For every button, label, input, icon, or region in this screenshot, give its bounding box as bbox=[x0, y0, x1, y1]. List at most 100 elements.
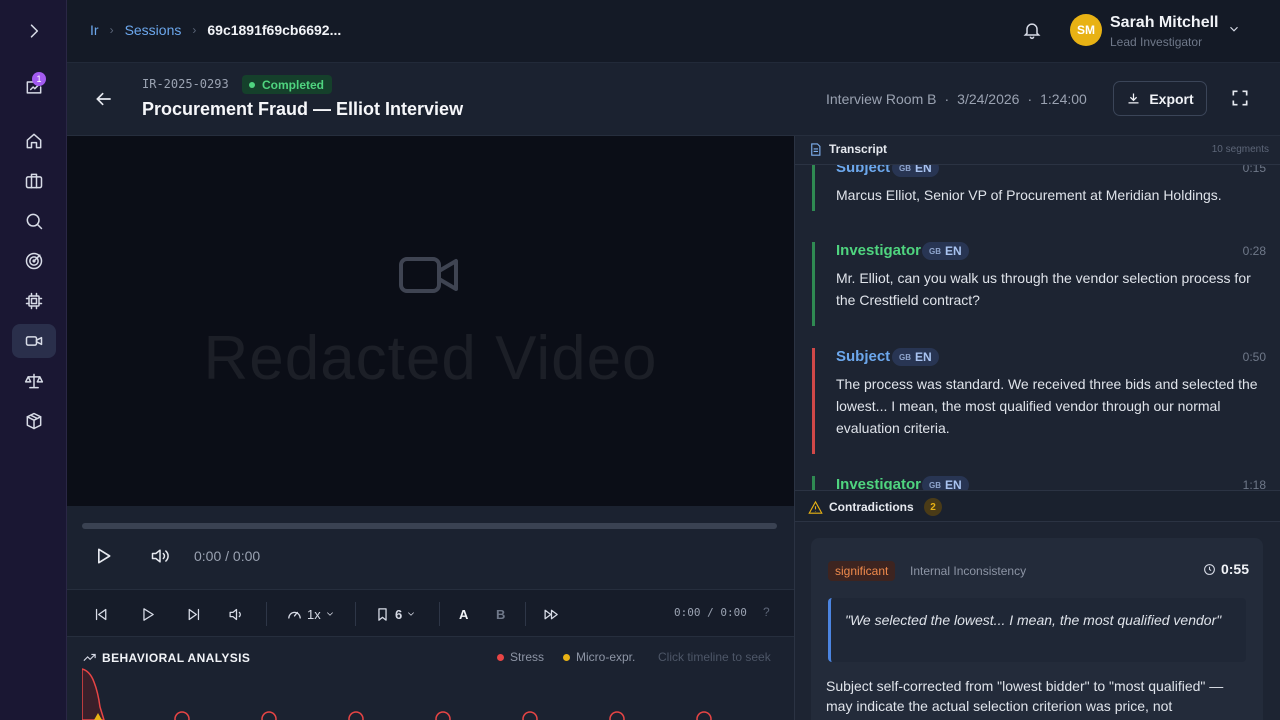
segment-time[interactable]: 1:18 bbox=[1243, 478, 1266, 490]
segment-time[interactable]: 0:50 bbox=[1243, 350, 1266, 364]
scales-icon bbox=[24, 373, 44, 389]
behavioral-title-label: BEHAVIORAL ANALYSIS bbox=[102, 650, 251, 665]
status-badge: Completed bbox=[242, 75, 333, 94]
contradiction-quote: "We selected the lowest... I mean, the m… bbox=[828, 598, 1246, 662]
stress-bump bbox=[435, 711, 451, 720]
warning-icon bbox=[808, 500, 823, 514]
briefcase-icon bbox=[25, 173, 43, 189]
nav-evidence[interactable] bbox=[12, 404, 56, 438]
avatar[interactable]: SM bbox=[1070, 14, 1102, 46]
fullscreen-button[interactable] bbox=[1230, 88, 1252, 110]
side-rail: 1 bbox=[0, 0, 67, 720]
behavior-timeline[interactable] bbox=[82, 667, 779, 720]
target-icon bbox=[25, 252, 43, 270]
legend-dot-stress bbox=[497, 653, 504, 661]
package-icon bbox=[26, 412, 42, 430]
stress-bump bbox=[609, 711, 625, 720]
transcript-segment[interactable]: Subject GB EN 0:50 The process was standa… bbox=[812, 348, 1266, 454]
track-a-button[interactable]: A bbox=[459, 604, 468, 624]
segment-time[interactable]: 0:28 bbox=[1243, 244, 1266, 258]
video-progress-bar[interactable] bbox=[82, 523, 777, 529]
language-code: EN bbox=[945, 478, 962, 490]
nav-legal[interactable] bbox=[12, 364, 56, 398]
language-flag: GB bbox=[929, 246, 941, 256]
clock-icon bbox=[1204, 563, 1215, 575]
bookmarks-count: 6 bbox=[395, 606, 403, 622]
user-name[interactable]: Sarah Mitchell bbox=[1110, 14, 1218, 32]
bookmark-icon bbox=[378, 607, 387, 621]
breadcrumb-sessions[interactable]: Sessions bbox=[125, 22, 182, 38]
document-icon bbox=[811, 143, 821, 156]
skip-forward-button[interactable] bbox=[185, 604, 202, 624]
nav-analysis[interactable] bbox=[12, 284, 56, 318]
volume-icon bbox=[151, 549, 169, 563]
playback-toolbar: 1x 6 A B 0:00 / 0:00 ? bbox=[67, 589, 794, 637]
stress-bump bbox=[696, 711, 712, 720]
breadcrumb-current: 69c1891f69cb6692... bbox=[207, 22, 342, 38]
transcript-list[interactable]: Subject GB EN 0:15 Marcus Elliot, Senior … bbox=[795, 164, 1280, 490]
contradiction-card[interactable]: significant Internal Inconsistency 0:55 … bbox=[811, 538, 1263, 720]
segment-bar bbox=[812, 476, 815, 490]
player-controls: 0:00 / 0:00 bbox=[67, 506, 794, 589]
segment-speaker: Subject bbox=[836, 164, 891, 176]
play-icon bbox=[143, 607, 154, 621]
nav-targets[interactable] bbox=[12, 244, 56, 278]
notifications-button[interactable] bbox=[1022, 20, 1044, 42]
segment-time[interactable]: 0:15 bbox=[1243, 165, 1266, 175]
video-player[interactable]: Redacted Video bbox=[67, 136, 794, 506]
stress-bump bbox=[522, 711, 538, 720]
speed-selector[interactable]: 1x bbox=[286, 604, 335, 624]
back-button[interactable] bbox=[94, 89, 116, 111]
behavioral-analysis: BEHAVIORAL ANALYSIS Stress Micro-expr. C… bbox=[67, 637, 794, 720]
segment-speaker: Subject bbox=[836, 348, 891, 365]
nav-search[interactable] bbox=[12, 204, 56, 238]
legend-micro-label: Micro-expr. bbox=[576, 650, 636, 664]
session-date: 3/24/2026 bbox=[957, 91, 1020, 107]
contradiction-timestamp[interactable]: 0:55 bbox=[1203, 561, 1249, 577]
stress-bump bbox=[261, 711, 277, 720]
language-code: EN bbox=[915, 350, 932, 364]
language-badge: GB EN bbox=[892, 348, 939, 366]
export-button[interactable]: Export bbox=[1113, 81, 1207, 116]
transcript-segment[interactable]: Investigator GB EN 0:28 Mr. Elliot, can y… bbox=[812, 242, 1266, 326]
language-badge: GB EN bbox=[892, 164, 939, 177]
segment-text: Marcus Elliot, Senior VP of Procurement … bbox=[836, 187, 1222, 203]
toolbar-divider bbox=[355, 602, 356, 626]
skip-back-button[interactable] bbox=[93, 604, 110, 624]
toolbar-volume-button[interactable] bbox=[228, 604, 245, 624]
volume-button[interactable] bbox=[149, 546, 173, 568]
video-placeholder-text: Redacted Video bbox=[203, 324, 658, 393]
nav-cases[interactable] bbox=[12, 164, 56, 198]
severity-badge: significant bbox=[828, 561, 896, 581]
cpu-icon bbox=[25, 292, 43, 310]
user-menu-toggle[interactable] bbox=[1227, 22, 1241, 36]
track-b-button[interactable]: B bbox=[496, 604, 505, 624]
chevron-right-icon bbox=[30, 24, 39, 38]
expand-sidebar-button[interactable] bbox=[12, 14, 56, 48]
nav-sessions[interactable] bbox=[12, 324, 56, 358]
transcript-segment[interactable]: Subject GB EN 0:15 Marcus Elliot, Senior … bbox=[812, 164, 1266, 211]
nav-home[interactable] bbox=[12, 124, 56, 158]
language-flag: GB bbox=[899, 164, 911, 173]
stress-bump bbox=[174, 711, 190, 720]
segment-text: Mr. Elliot, can you walk us through the … bbox=[836, 270, 1251, 308]
session-room: Interview Room B bbox=[826, 91, 937, 107]
transcript-segment[interactable]: Investigator GB EN 1:18 bbox=[812, 476, 1266, 490]
chevron-down-icon bbox=[321, 607, 335, 622]
breadcrumb-root[interactable]: Ir bbox=[90, 22, 99, 38]
loop-button[interactable] bbox=[543, 604, 560, 624]
language-badge: GB EN bbox=[922, 476, 969, 490]
case-id: IR-2025-0293 bbox=[142, 77, 229, 91]
toolbar-play-button[interactable] bbox=[139, 604, 156, 624]
help-button[interactable]: ? bbox=[763, 605, 770, 619]
legend-stress-label: Stress bbox=[510, 650, 545, 664]
play-button[interactable] bbox=[93, 546, 115, 568]
contradictions-count: 2 bbox=[924, 498, 942, 516]
meta-separator: · bbox=[944, 91, 950, 107]
toolbar-time: 0:00 / 0:00 bbox=[674, 606, 747, 619]
nav-inbox[interactable]: 1 bbox=[12, 70, 56, 104]
transcript-header: Transcript 10 segments bbox=[795, 136, 1280, 164]
segment-bar bbox=[812, 242, 815, 326]
segment-bar bbox=[812, 165, 815, 211]
bookmarks-selector[interactable]: 6 bbox=[374, 604, 416, 624]
